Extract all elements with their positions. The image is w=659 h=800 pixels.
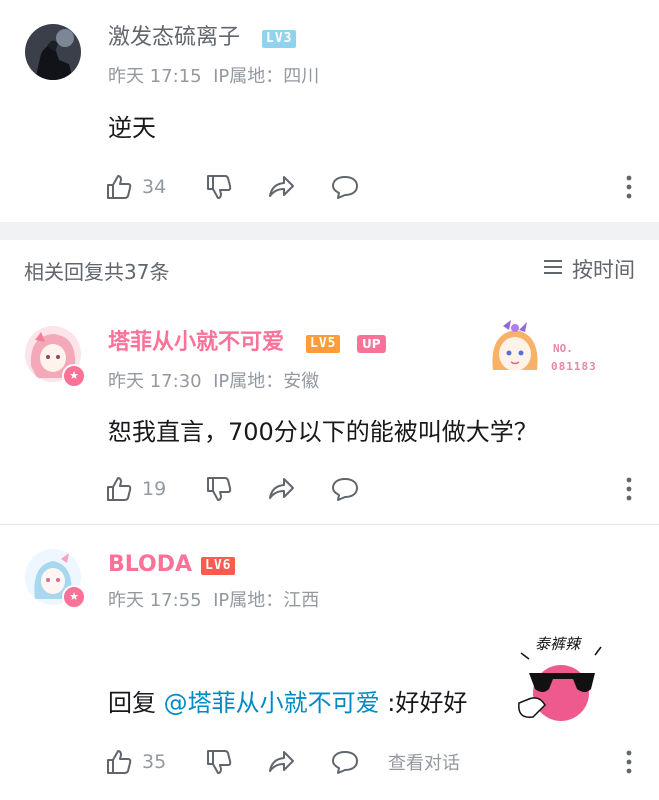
comment-meta: 昨天 17:55 IP属地：江西 [108, 586, 319, 612]
share-icon [266, 172, 296, 202]
comment-time: 昨天 17:30 [108, 371, 202, 392]
ip-location: IP属地：安徽 [213, 371, 320, 392]
section-gap [0, 222, 659, 240]
like-count: 34 [142, 176, 167, 198]
sunglasses-face-icon [518, 646, 602, 721]
comment-content: 恕我直言，700分以下的能被叫做大学？ [108, 418, 538, 446]
like-button[interactable]: 19 [104, 472, 166, 506]
reply-button[interactable] [330, 170, 360, 204]
reply-bubble-icon [330, 172, 360, 202]
reply-comment: ★ 塔菲从小就不可爱 LV5 UP 昨天 17:30 IP属地：安徽 NO. 0… [0, 300, 659, 524]
username[interactable]: 塔菲从小就不可爱 [108, 329, 284, 357]
level-badge: LV5 [306, 335, 341, 353]
more-dots-icon[interactable] [624, 747, 634, 777]
emoji-sticker: 泰裤辣 [515, 633, 615, 725]
root-comment: 激发态硫离子 LV3 昨天 17:15 IP属地：四川 逆天 34 [0, 0, 659, 222]
view-conversation-link[interactable]: 查看对话 [388, 745, 460, 779]
share-icon [266, 474, 296, 504]
fan-badge-no-label: NO. [553, 342, 573, 355]
reply-prefix: 回复 [108, 689, 156, 717]
share-icon [266, 747, 296, 777]
username[interactable]: 激发态硫离子 [108, 24, 240, 52]
replies-header: 相关回复共37条 按时间 [0, 240, 659, 300]
ip-location: IP属地：四川 [213, 66, 320, 87]
list-sort-icon [542, 256, 572, 283]
more-dots-icon[interactable] [624, 474, 634, 504]
dislike-button[interactable] [204, 170, 234, 204]
avatar[interactable] [25, 24, 81, 80]
mention-link[interactable]: @塔菲从小就不可爱 [164, 689, 380, 717]
dislike-button[interactable] [204, 472, 234, 506]
thumb-down-icon [204, 747, 234, 777]
like-count: 19 [142, 478, 167, 500]
reply-bubble-icon [330, 747, 360, 777]
like-button[interactable]: 34 [104, 170, 166, 204]
character-sticker-icon [492, 320, 538, 371]
thumb-up-icon [104, 747, 134, 777]
like-button[interactable]: 35 [104, 745, 166, 779]
level-badge: LV3 [262, 30, 297, 48]
share-button[interactable] [266, 170, 296, 204]
comment-meta: 昨天 17:30 IP属地：安徽 [108, 367, 319, 393]
comment-actions: 35 查看对话 [104, 745, 634, 779]
thumb-up-icon [104, 474, 134, 504]
comment-actions: 34 [104, 170, 634, 204]
comment-actions: 19 [104, 472, 634, 506]
sort-label: 按时间 [572, 258, 635, 282]
share-button[interactable] [266, 472, 296, 506]
comment-meta: 昨天 17:15 IP属地：四川 [108, 62, 319, 88]
sort-toggle[interactable]: 按时间 [542, 254, 635, 284]
up-tag: UP [357, 335, 386, 353]
fan-badge-number: 081183 [551, 360, 597, 373]
thumb-down-icon [204, 474, 234, 504]
reply-button[interactable] [330, 745, 360, 779]
reply-bubble-icon [330, 474, 360, 504]
comment-time: 昨天 17:15 [108, 66, 202, 87]
share-button[interactable] [266, 745, 296, 779]
comment-content: 逆天 [108, 114, 156, 142]
more-dots-icon[interactable] [624, 172, 634, 202]
thumb-up-icon [104, 172, 134, 202]
dislike-button[interactable] [204, 745, 234, 779]
replies-count-title: 相关回复共37条 [24, 260, 170, 284]
username[interactable]: BLODA [108, 551, 192, 579]
comment-thread-page: 激发态硫离子 LV3 昨天 17:15 IP属地：四川 逆天 34 相关回复共3… [0, 0, 659, 800]
reply-text: :好好好 [387, 689, 468, 717]
level-badge: LV6 [201, 557, 236, 575]
comment-time: 昨天 17:55 [108, 590, 202, 611]
like-count: 35 [142, 751, 167, 773]
reply-button[interactable] [330, 472, 360, 506]
comment-content: 回复 @塔菲从小就不可爱 :好好好 [108, 687, 467, 719]
reply-comment: ★ BLODA LV6 昨天 17:55 IP属地：江西 回复 @塔菲从小就不可… [0, 525, 659, 800]
ip-location: IP属地：江西 [213, 590, 320, 611]
fan-medal-badge[interactable]: NO. 081183 [485, 316, 615, 382]
verified-star-icon: ★ [62, 585, 86, 609]
thumb-down-icon [204, 172, 234, 202]
verified-star-icon: ★ [62, 364, 86, 388]
